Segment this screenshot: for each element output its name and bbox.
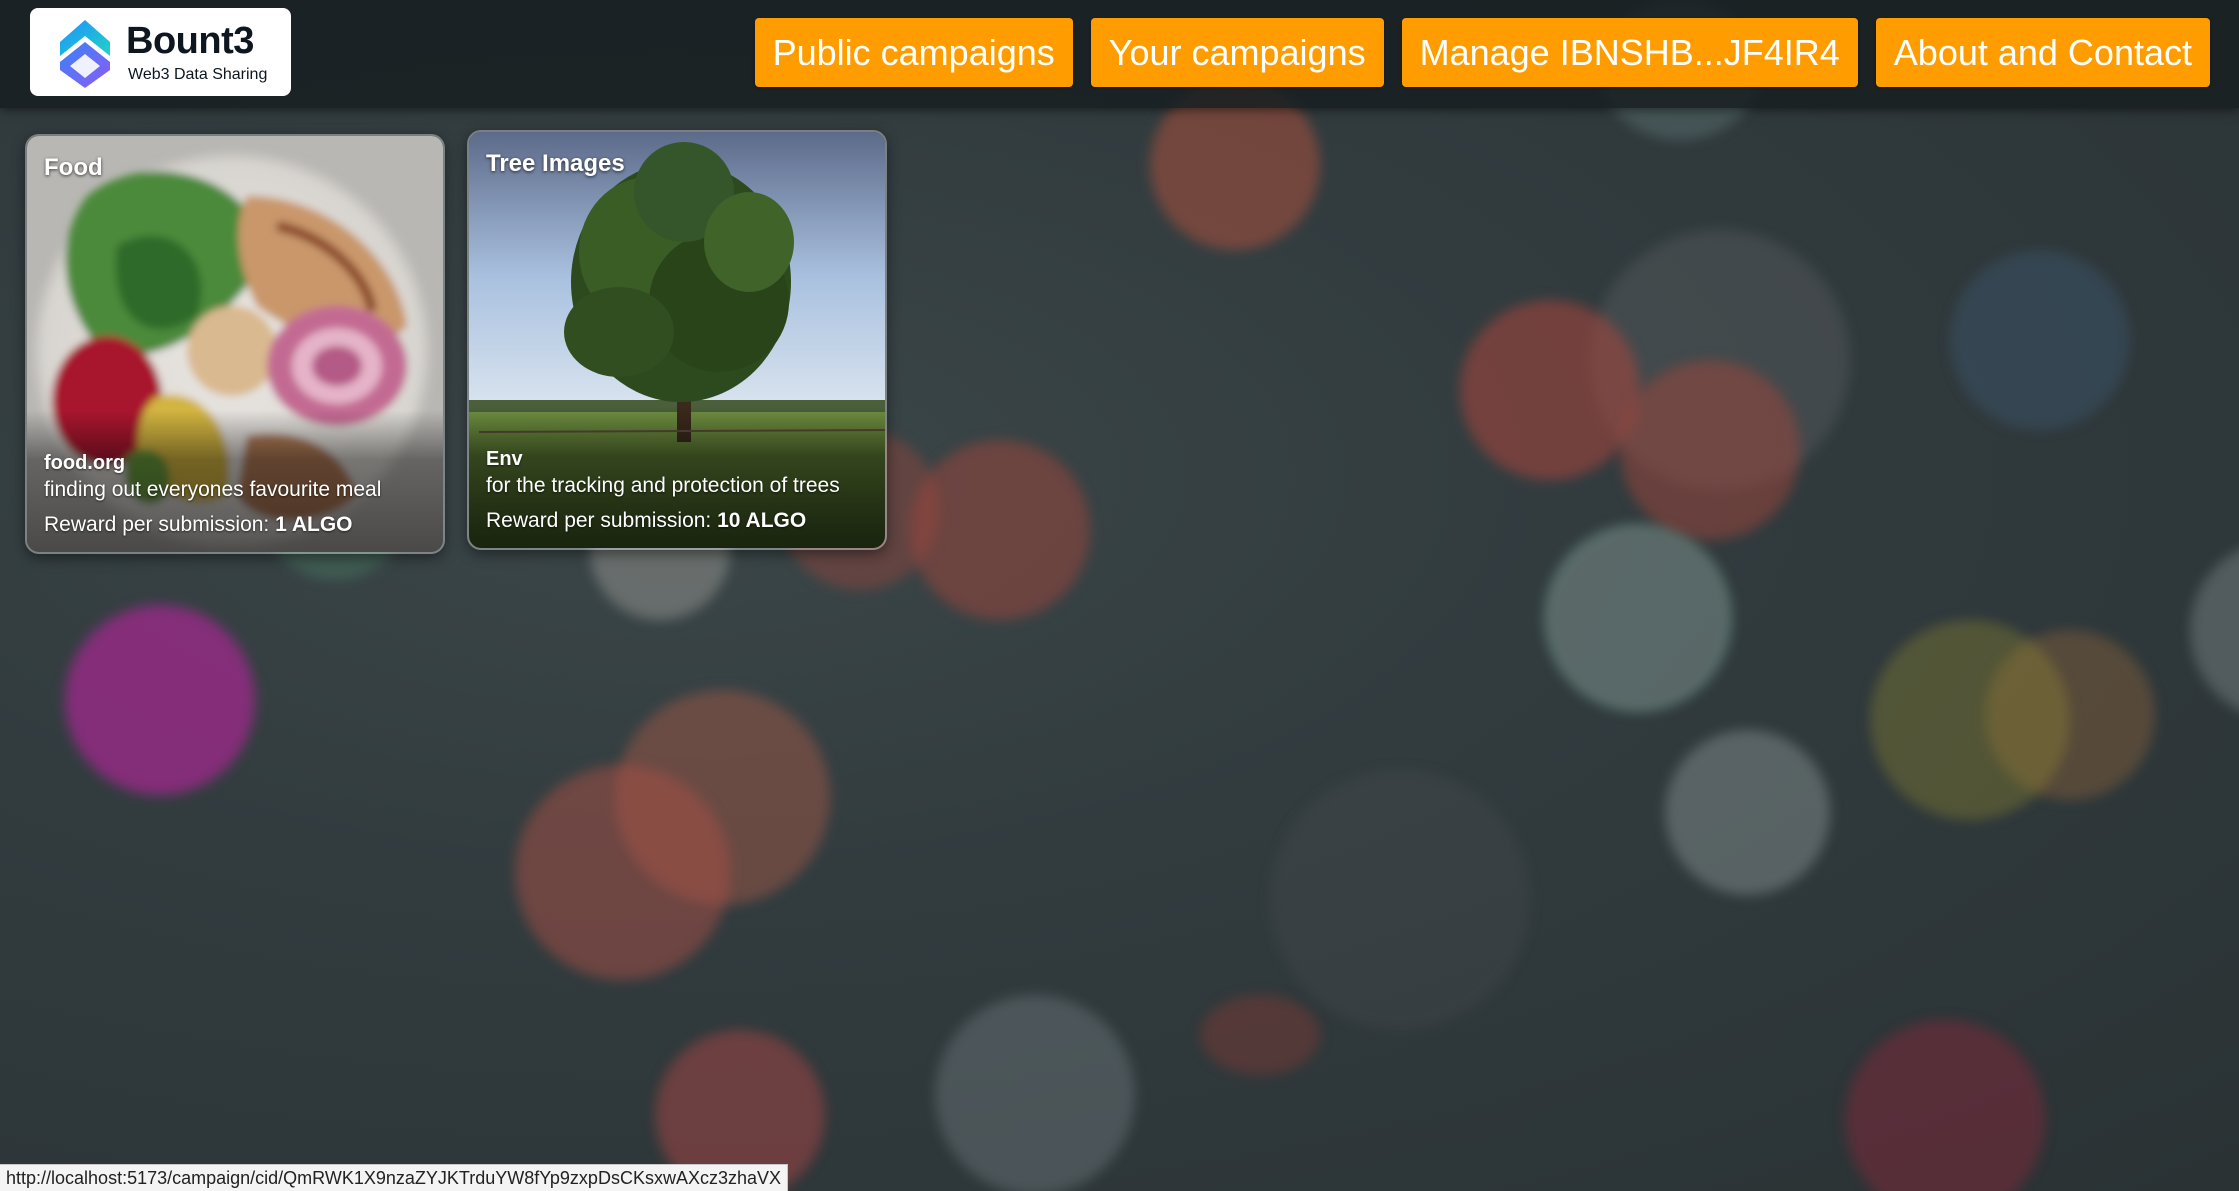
- campaign-title: Food: [44, 154, 103, 181]
- campaign-title: Tree Images: [486, 150, 625, 177]
- top-navbar: Bount3 Web3 Data Sharing Public campaign…: [0, 0, 2239, 108]
- browser-status-bar-url: http://localhost:5173/campaign/cid/QmRWK…: [0, 1164, 789, 1191]
- campaign-info: Env for the tracking and protection of t…: [469, 406, 885, 548]
- main-nav: Public campaigns Your campaigns Manage I…: [754, 18, 2210, 87]
- logo-name: Bount3: [126, 20, 254, 62]
- logo-tagline: Web3 Data Sharing: [128, 66, 268, 83]
- about-contact-button[interactable]: About and Contact: [1875, 18, 2210, 87]
- campaign-org: food.org: [44, 452, 126, 474]
- reward-value: 1 ALGO: [275, 513, 353, 536]
- bount3-logo-icon: [60, 20, 110, 88]
- campaign-reward: Reward per submission: 1 ALGO: [44, 510, 426, 540]
- campaign-description: for the tracking and protection of trees: [486, 474, 840, 497]
- reward-value: 10 ALGO: [717, 509, 807, 532]
- reward-label: Reward per submission:: [44, 513, 270, 536]
- campaign-card[interactable]: Tree Images Env for the tracking and pro…: [467, 130, 887, 550]
- campaign-org: Env: [486, 448, 523, 470]
- public-campaigns-button[interactable]: Public campaigns: [754, 18, 1073, 87]
- campaign-card[interactable]: Food food.org finding out everyones favo…: [25, 134, 445, 554]
- logo[interactable]: Bount3 Web3 Data Sharing: [30, 8, 291, 96]
- campaign-info: food.org finding out everyones favourite…: [27, 410, 443, 552]
- manage-account-button[interactable]: Manage IBNSHB...JF4IR4: [1401, 18, 1858, 87]
- campaign-description: finding out everyones favourite meal: [44, 478, 382, 501]
- reward-label: Reward per submission:: [486, 509, 712, 532]
- your-campaigns-button[interactable]: Your campaigns: [1090, 18, 1384, 87]
- campaign-reward: Reward per submission: 10 ALGO: [486, 506, 868, 536]
